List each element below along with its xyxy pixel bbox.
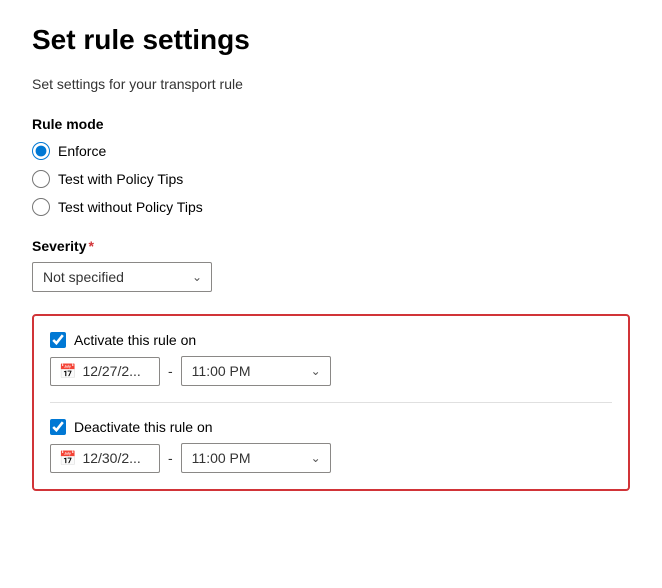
radio-enforce-input[interactable] — [32, 142, 50, 160]
activate-time-wrapper: 11:00 PM 12:00 AM 1:00 AM ⌄ — [181, 356, 331, 386]
activate-calendar-icon: 📅 — [59, 363, 76, 380]
severity-section: Severity* Not specified Low Medium High … — [32, 238, 630, 292]
deactivate-dash: - — [168, 450, 173, 466]
radio-enforce[interactable]: Enforce — [32, 142, 630, 160]
deactivate-date-time-row: 📅 12/30/2... - 11:00 PM 12:00 AM 1:00 AM… — [50, 443, 612, 473]
deactivate-label: Deactivate this rule on — [74, 419, 213, 435]
deactivate-date-text: 12/30/2... — [82, 450, 140, 466]
rule-activation-box: Activate this rule on 📅 12/27/2... - 11:… — [32, 314, 630, 491]
deactivate-calendar-icon: 📅 — [59, 450, 76, 467]
radio-test-without-tips-input[interactable] — [32, 198, 50, 216]
activate-date-input[interactable]: 📅 12/27/2... — [50, 357, 160, 386]
activate-checkbox[interactable] — [50, 332, 66, 348]
page-subtitle: Set settings for your transport rule — [32, 76, 630, 92]
activate-date-text: 12/27/2... — [82, 363, 140, 379]
severity-select[interactable]: Not specified Low Medium High — [32, 262, 212, 292]
activate-time-select[interactable]: 11:00 PM 12:00 AM 1:00 AM — [181, 356, 331, 386]
activate-date-time-row: 📅 12/27/2... - 11:00 PM 12:00 AM 1:00 AM… — [50, 356, 612, 386]
required-star: * — [88, 238, 93, 254]
deactivate-time-wrapper: 11:00 PM 12:00 AM 1:00 AM ⌄ — [181, 443, 331, 473]
page-title: Set rule settings — [32, 24, 630, 56]
deactivate-date-input[interactable]: 📅 12/30/2... — [50, 444, 160, 473]
severity-select-wrapper: Not specified Low Medium High ⌄ — [32, 262, 212, 292]
activate-checkbox-row: Activate this rule on — [50, 332, 612, 348]
radio-test-with-tips-label: Test with Policy Tips — [58, 171, 183, 187]
radio-test-with-tips[interactable]: Test with Policy Tips — [32, 170, 630, 188]
deactivate-rule-row: Deactivate this rule on 📅 12/30/2... - 1… — [50, 419, 612, 473]
deactivate-checkbox-row: Deactivate this rule on — [50, 419, 612, 435]
deactivate-checkbox[interactable] — [50, 419, 66, 435]
radio-test-with-tips-input[interactable] — [32, 170, 50, 188]
activate-rule-row: Activate this rule on 📅 12/27/2... - 11:… — [50, 332, 612, 386]
radio-test-without-tips-label: Test without Policy Tips — [58, 199, 203, 215]
rule-mode-group: Enforce Test with Policy Tips Test witho… — [32, 142, 630, 216]
activate-label: Activate this rule on — [74, 332, 196, 348]
severity-label: Severity* — [32, 238, 630, 254]
rule-mode-label: Rule mode — [32, 116, 630, 132]
activate-dash: - — [168, 363, 173, 379]
section-divider — [50, 402, 612, 403]
radio-enforce-label: Enforce — [58, 143, 106, 159]
radio-test-without-tips[interactable]: Test without Policy Tips — [32, 198, 630, 216]
deactivate-time-select[interactable]: 11:00 PM 12:00 AM 1:00 AM — [181, 443, 331, 473]
